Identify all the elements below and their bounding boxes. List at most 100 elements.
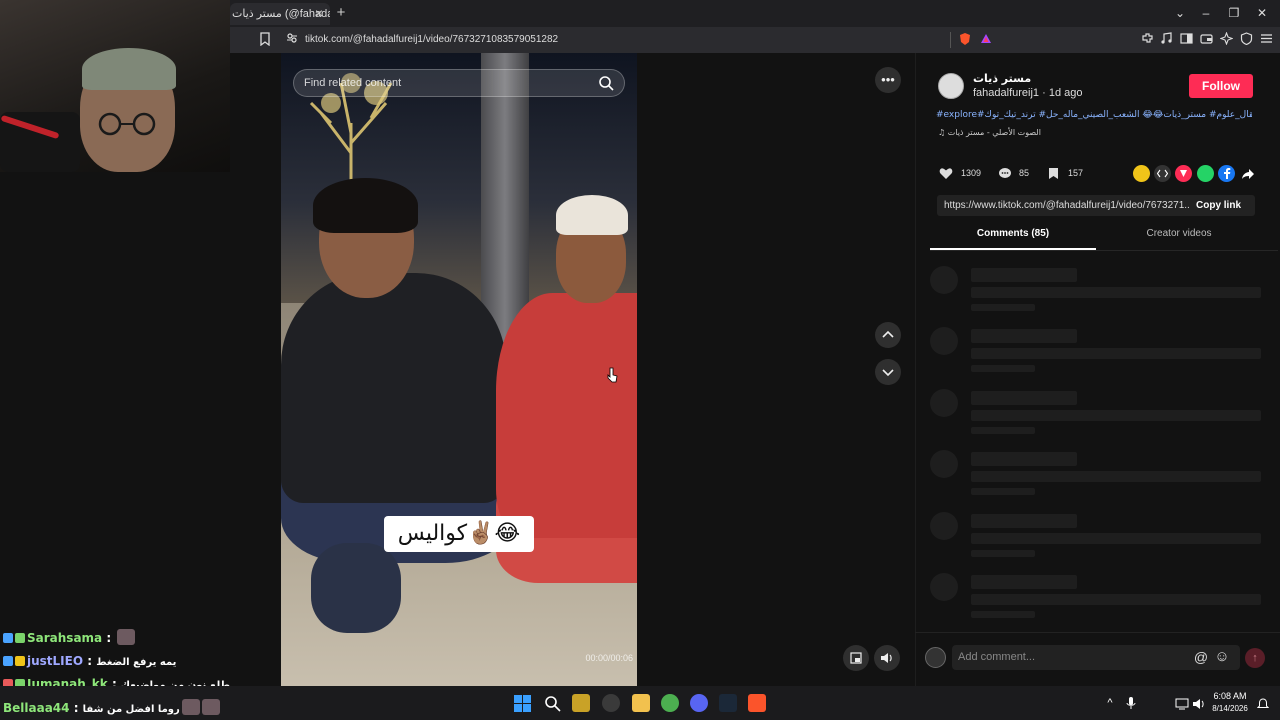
chat-emote-icon <box>181 699 200 715</box>
comment-skeleton-bar <box>971 287 1261 298</box>
chat-badge-icon <box>3 633 13 643</box>
taskbar-file-explorer-icon[interactable] <box>632 694 650 712</box>
screen: مستر ذيات (@fahadalfureij1 × + ⌄ – ❐ ✕ t… <box>0 0 1280 720</box>
chat-message: Sarahsama : <box>3 628 136 648</box>
taskbar-discord-icon[interactable] <box>690 694 708 712</box>
music-line[interactable]: ♫ الصوت الأصلي - مستر ذيات <box>938 128 1138 140</box>
comment-skeleton-avatar <box>930 327 958 355</box>
mention-icon[interactable]: @ <box>1193 649 1209 665</box>
author-name[interactable]: مستر ذيات <box>973 72 1093 86</box>
tab-comments[interactable]: Comments (85) <box>930 228 1096 248</box>
tab-close-icon[interactable]: × <box>312 5 326 21</box>
menu-icon[interactable] <box>1258 32 1274 48</box>
vpn-icon[interactable] <box>1238 32 1254 48</box>
send-to-friend-icon[interactable] <box>1175 165 1192 182</box>
chat-badge-icon <box>15 633 25 643</box>
windows-start-icon[interactable] <box>514 695 531 712</box>
comment-skeleton-bar <box>971 391 1077 405</box>
tab-creator-videos[interactable]: Creator videos <box>1096 228 1262 248</box>
brave-shield-icon[interactable] <box>957 32 973 48</box>
whatsapp-icon[interactable] <box>1197 165 1214 182</box>
person-left-hair <box>313 178 418 233</box>
miniplayer-icon <box>850 652 862 664</box>
follow-button[interactable]: Follow <box>1189 74 1253 98</box>
taskbar-steam-icon[interactable] <box>719 694 737 712</box>
like-button[interactable] <box>937 164 955 182</box>
comment-skeleton-bar <box>971 611 1035 618</box>
window-restore-button[interactable]: ❐ <box>1224 4 1244 22</box>
miniplayer-button[interactable] <box>843 645 869 671</box>
wallet-icon[interactable] <box>1198 32 1214 48</box>
video-caption: كواليس✌🏽😂 <box>397 521 521 546</box>
taskbar-chrome-icon[interactable] <box>661 694 679 712</box>
comment-skeleton-bar <box>971 268 1077 282</box>
brave-rewards-icon[interactable] <box>978 32 994 48</box>
tray-volume-icon[interactable] <box>1192 697 1206 709</box>
facebook-icon[interactable] <box>1218 165 1235 182</box>
music-note-icon: ♫ <box>938 128 948 137</box>
video-player[interactable]: Find related content كواليس✌🏽😂 00:00/00:… <box>281 53 637 686</box>
chat-separator: : <box>102 631 116 645</box>
tray-mic-icon[interactable] <box>1126 696 1136 710</box>
volume-icon <box>881 653 892 663</box>
like-count: 1309 <box>961 168 982 178</box>
extensions-icon[interactable] <box>1139 32 1155 48</box>
clock-time[interactable]: 6:08 AM <box>1208 691 1252 703</box>
bookmark-icon[interactable] <box>257 32 273 48</box>
more-options-button[interactable]: ••• <box>875 67 901 93</box>
mouse-cursor-icon <box>607 367 618 383</box>
comment-icon <box>999 168 1011 178</box>
comment-skeleton-bar <box>971 471 1261 482</box>
dot-separator: · <box>1039 87 1049 99</box>
comment-skeleton-bar <box>971 452 1077 466</box>
chevron-down-icon <box>882 369 894 377</box>
comment-skeleton-avatar <box>930 266 958 294</box>
notification-icon[interactable] <box>1256 697 1270 709</box>
chat-badge-icon <box>3 656 13 666</box>
tray-network-icon[interactable] <box>1175 697 1189 710</box>
save-count: 157 <box>1068 168 1084 178</box>
copy-link-button[interactable]: Copy link <box>1196 195 1248 216</box>
streamer-beanie <box>82 48 176 90</box>
chat-badge-icon <box>15 656 25 666</box>
new-tab-button[interactable]: + <box>334 5 348 21</box>
clock-date[interactable]: 8/14/2026 <box>1208 704 1252 716</box>
heart-icon <box>939 168 953 179</box>
author-handle-line[interactable]: fahadalfureij1 · 1d ago <box>973 87 1133 101</box>
taskbar-search-icon[interactable] <box>544 695 561 712</box>
send-comment-button[interactable]: ↑ <box>1245 648 1265 668</box>
share-repost-icon[interactable] <box>1133 165 1150 182</box>
window-close-button[interactable]: ✕ <box>1252 4 1272 22</box>
video-link-text[interactable]: https://www.tiktok.com/@fahadalfureij1/v… <box>944 195 1189 216</box>
current-user-avatar <box>925 647 946 668</box>
taskbar-app-icon[interactable] <box>602 694 620 712</box>
address-divider <box>950 32 951 48</box>
volume-button[interactable] <box>874 645 900 671</box>
author-avatar[interactable] <box>938 73 964 99</box>
emoji-icon[interactable]: ☺ <box>1214 649 1230 665</box>
taskbar-store-icon[interactable] <box>572 694 590 712</box>
previous-video-button[interactable] <box>875 322 901 348</box>
next-video-button[interactable] <box>875 359 901 385</box>
sidebar-icon[interactable] <box>1178 32 1194 48</box>
comment-button[interactable] <box>996 164 1014 182</box>
post-description[interactable]: #explore#كسبلور# نقال_علوم# مستر_ذيات😂😂 … <box>936 110 1252 123</box>
save-button[interactable] <box>1044 164 1062 182</box>
leo-ai-icon[interactable] <box>1218 31 1234 48</box>
person-right-body <box>496 293 637 538</box>
tab-list-icon[interactable]: ⌄ <box>1170 4 1190 22</box>
person-left-body <box>281 273 506 503</box>
taskbar-brave-icon[interactable] <box>748 694 766 712</box>
streamer-glasses <box>98 112 156 136</box>
window-minimize-button[interactable]: – <box>1196 4 1216 22</box>
embed-icon[interactable] <box>1154 165 1171 182</box>
browser-tab-bar <box>230 0 1280 27</box>
chat-message: Bellaaa44 : روما افضل من شفا <box>3 698 220 718</box>
tray-chevron-up-icon[interactable]: ^ <box>1104 697 1116 709</box>
search-icon[interactable] <box>597 74 615 92</box>
comment-skeleton-bar <box>971 410 1261 421</box>
address-bar[interactable]: tiktok.com/@fahadalfureij1/video/7673271… <box>280 30 1000 50</box>
share-arrow-icon[interactable] <box>1239 165 1256 182</box>
media-icon[interactable] <box>1158 32 1174 48</box>
related-search-input[interactable]: Find related content <box>293 69 625 97</box>
